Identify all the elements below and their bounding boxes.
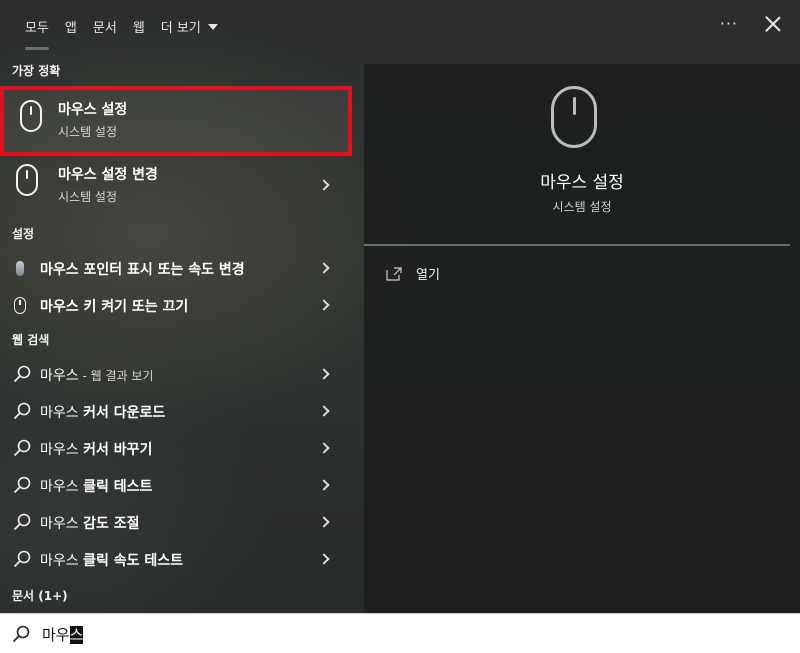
section-settings: 설정 [12,226,35,241]
mouse-icon [551,86,597,148]
preview-subtitle: 시스템 설정 [552,200,612,214]
more-icon[interactable]: ··· [720,14,738,33]
web-item-label: 마우스 감도 조절 [40,513,140,533]
chevron-right-icon [318,442,330,454]
web-item-query: 마우스 [40,515,84,532]
mouse-icon [16,261,24,276]
chevron-right-icon [318,553,330,565]
caret-down-icon [207,24,218,30]
close-icon[interactable] [764,15,782,33]
tab-label: 앱 [64,20,77,36]
tab-label: 웹 [132,20,145,36]
web-item-query: 마우스 [40,367,79,384]
web-item[interactable]: 마우스 클릭 속도 테스트 [0,541,352,578]
web-item-query: 마우스 [40,404,84,421]
search-input[interactable]: 마우스 [42,624,84,645]
web-item-query: 마우스 [40,441,84,458]
tab-documents[interactable]: 문서 [85,0,125,52]
search-icon [13,476,31,494]
settings-item-mouse-keys[interactable]: 마우스 키 켜기 또는 끄기 [0,287,352,324]
search-selected-text: 스 [69,626,84,644]
search-icon [13,402,31,420]
web-item-suggestion: 커서 바꾸기 [83,441,153,458]
result-subtitle: 시스템 설정 [58,190,118,204]
tab-label: 더 보기 [160,20,201,36]
web-item[interactable]: 마우스 커서 다운로드 [0,393,352,430]
section-documents: 문서 (1+) [12,588,68,603]
chevron-right-icon [318,368,330,380]
top-tab-bar: 모두 앱 문서 웹 더 보기 [0,0,800,52]
results-list: 가장 정확 마우스 설정 시스템 설정 마우스 설정 변경 시스템 설정 설정 … [0,52,352,613]
best-match-item[interactable]: 마우스 설정 시스템 설정 [0,86,352,156]
open-action[interactable]: 열기 [386,264,440,283]
web-item-label: 마우스 커서 다운로드 [40,402,165,422]
settings-item-label: 마우스 포인터 표시 또는 속도 변경 [40,261,245,278]
web-item-query: 마우스 [40,552,84,569]
chevron-right-icon [318,262,330,274]
web-item[interactable]: 마우스 - 웹 결과 보기 [0,356,352,393]
preview-pane: 마우스 설정 시스템 설정 열기 [364,64,800,613]
web-item[interactable]: 마우스 클릭 테스트 [0,467,352,504]
web-item-label: 마우스 - 웹 결과 보기 [40,365,153,385]
web-item-suggestion: 클릭 속도 테스트 [83,552,184,569]
search-icon [13,550,31,568]
chevron-right-icon [318,299,330,311]
search-bar[interactable]: 마우스 [0,613,800,653]
web-item[interactable]: 마우스 커서 바꾸기 [0,430,352,467]
mouse-icon [16,164,38,196]
best-match-subtitle: 시스템 설정 [58,125,118,139]
section-web-search: 웹 검색 [12,332,50,347]
chevron-right-icon [318,179,330,191]
tab-apps[interactable]: 앱 [57,0,85,52]
tab-label: 모두 [25,20,49,36]
web-item-suggestion: 클릭 테스트 [83,478,153,495]
divider [364,244,790,246]
open-label: 열기 [416,268,440,283]
web-item-label: 마우스 클릭 속도 테스트 [40,550,183,570]
chevron-right-icon [318,479,330,491]
tab-all[interactable]: 모두 [17,0,57,52]
open-external-icon [386,266,402,281]
best-match-title: 마우스 설정 [58,102,128,118]
chevron-right-icon [318,516,330,528]
web-item-label: 마우스 커서 바꾸기 [40,439,152,459]
result-item-mouse-settings-change[interactable]: 마우스 설정 변경 시스템 설정 [0,154,352,218]
chevron-right-icon [318,405,330,417]
search-icon [12,625,30,643]
search-icon [13,439,31,457]
search-typed-text: 마우 [42,626,70,644]
mouse-icon [14,297,26,314]
result-title: 마우스 설정 변경 [58,167,158,183]
section-best-match: 가장 정확 [12,63,61,78]
top-right-controls: ··· [720,14,782,33]
web-item[interactable]: 마우스 감도 조절 [0,504,352,541]
tab-web[interactable]: 웹 [125,0,153,52]
settings-item-pointer-speed[interactable]: 마우스 포인터 표시 또는 속도 변경 [0,250,352,287]
preview-title: 마우스 설정 [540,173,624,193]
web-item-query: 마우스 [40,478,84,495]
web-item-suggestion: 감도 조절 [83,515,140,532]
mouse-icon [20,100,42,132]
web-item-suggestion: 커서 다운로드 [83,404,166,421]
search-icon [13,513,31,531]
tab-label: 문서 [92,20,117,36]
tab-more[interactable]: 더 보기 [153,0,226,52]
web-item-label: 마우스 클릭 테스트 [40,476,152,496]
search-icon [13,365,31,383]
web-item-suffix: - 웹 결과 보기 [78,368,154,383]
settings-item-label: 마우스 키 켜기 또는 끄기 [40,298,189,315]
